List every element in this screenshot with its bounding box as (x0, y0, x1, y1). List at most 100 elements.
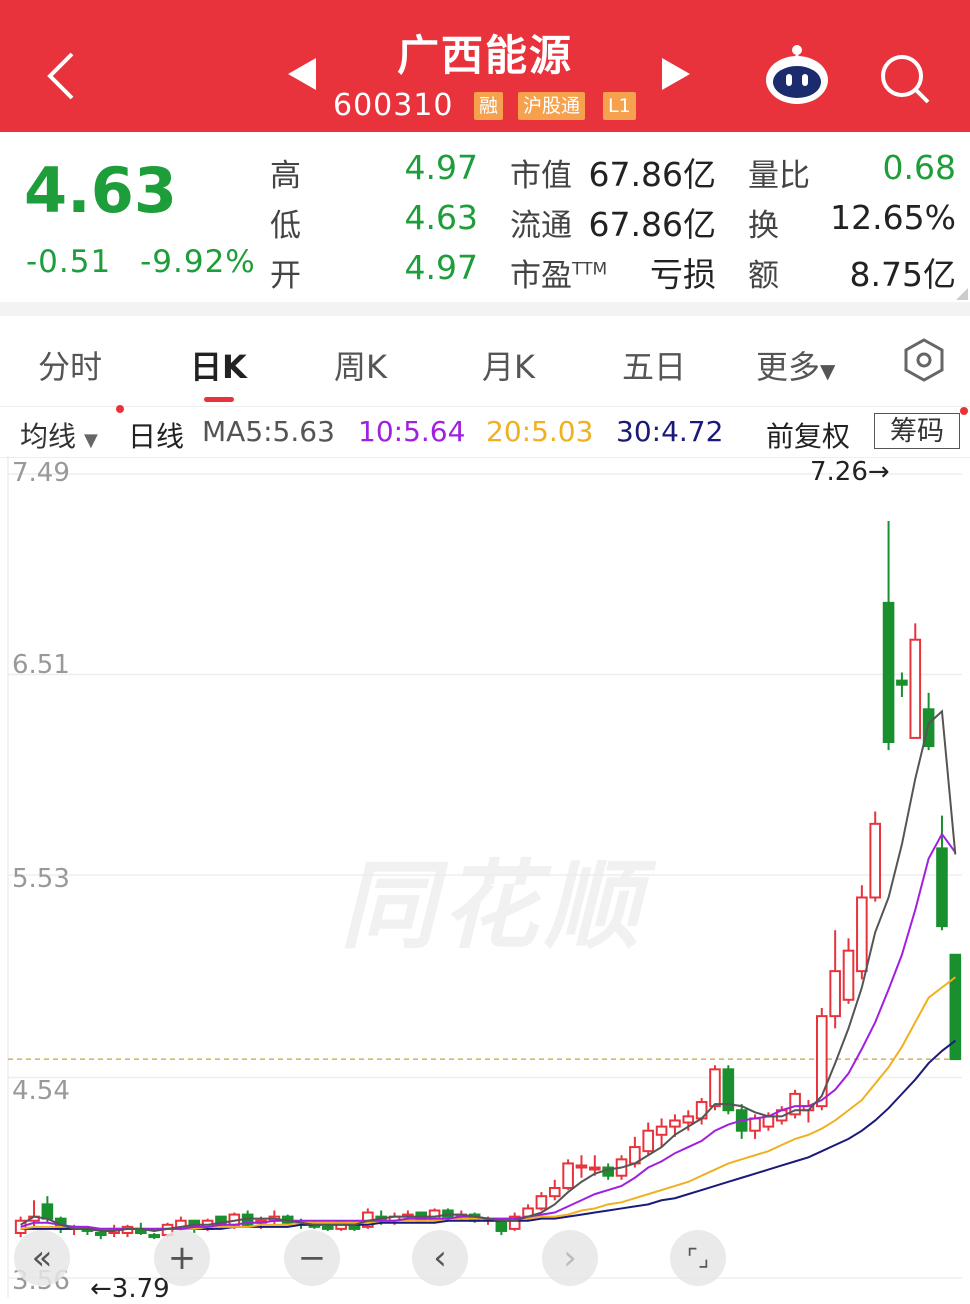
candle-body (842, 949, 855, 1001)
current-price: 4.63 (24, 154, 177, 227)
pe-label-text: 市盈 (510, 258, 572, 294)
y-tick-label: 4.54 (12, 1076, 70, 1106)
ma10-line (20, 832, 957, 1230)
candle-body (495, 1219, 508, 1232)
low-label: 低 (270, 208, 301, 244)
candle-body (148, 1234, 161, 1239)
ma-selector-label: 均线 (20, 420, 77, 453)
amount-value: 8.75亿 (849, 255, 956, 294)
ma10-value: 10:5.64 (358, 415, 466, 448)
volume-ratio-label: 量比 (748, 158, 810, 194)
fullscreen-button[interactable]: ⌜⌟ (670, 1230, 726, 1286)
candle-body (829, 970, 841, 1018)
adjust-mode[interactable]: 前复权 (766, 415, 850, 455)
candle-body (562, 1162, 574, 1189)
candle-body (882, 601, 895, 743)
section-divider (0, 302, 970, 316)
period-label: 日线 (128, 420, 185, 453)
tab-weekly-k[interactable]: 周K (334, 342, 387, 388)
tab-more[interactable]: 更多▼ (756, 342, 835, 388)
market-cap-label: 市值 (510, 158, 572, 194)
stock-code: 600310 (333, 88, 454, 123)
stock-header: 广西能源 600310 融 沪股通 L1 (0, 0, 970, 132)
notification-dot (960, 407, 968, 415)
market-cap-value: 67.86亿 (588, 155, 716, 194)
high-label: 高 (270, 158, 301, 194)
scroll-left-button[interactable]: ‹ (412, 1230, 468, 1286)
y-tick-label: 7.49 (12, 458, 70, 488)
float-cap-value: 67.86亿 (588, 205, 716, 244)
zoom-in-button[interactable]: + (154, 1230, 210, 1286)
tab-monthly-k[interactable]: 月K (482, 342, 535, 388)
candle-body (682, 1115, 695, 1124)
change-percent: -9.92% (140, 244, 256, 280)
next-stock-arrow[interactable] (662, 58, 690, 90)
candlestick-svg (7, 456, 962, 1298)
zoom-out-button[interactable]: − (284, 1230, 340, 1286)
robot-assistant-icon[interactable] (764, 44, 830, 106)
ma30-value: 30:4.72 (616, 415, 724, 448)
candle-body (869, 822, 882, 899)
candle-body (856, 896, 868, 973)
moving-average-bar: 均线 ▼ 日线 MA5:5.63 10:5.64 20:5.03 30:4.72 … (0, 405, 970, 458)
ma30-line (20, 1039, 956, 1230)
tab-five-day[interactable]: 五日 (622, 342, 686, 388)
change-value: -0.51 (26, 244, 112, 280)
candle-body (709, 1068, 721, 1108)
settings-hexagon-icon[interactable] (900, 336, 948, 384)
ma5-line (20, 709, 957, 1232)
y-tick-label: 5.53 (12, 864, 70, 894)
low-value: 4.63 (404, 198, 478, 237)
quote-panel: 4.63 -0.51 -9.92% 高 4.97 低 4.63 开 4.97 市… (0, 132, 970, 302)
chip-distribution-button[interactable]: 筹码 (874, 413, 960, 449)
candle-body (575, 1164, 588, 1169)
candle-body (909, 638, 922, 739)
candle-body (642, 1129, 655, 1153)
tag-connect: 沪股通 (518, 92, 586, 120)
kline-chart[interactable]: 同花顺 7.49 6.51 5.53 4.54 3.56 7.26→ ←3.79 (0, 456, 970, 1304)
candle-body (655, 1125, 668, 1136)
tag-margin: 融 (474, 92, 504, 120)
tab-more-label: 更多 (756, 348, 821, 386)
candle-body (669, 1119, 681, 1128)
scroll-right-button[interactable]: › (542, 1230, 598, 1286)
min-price-label: ←3.79 (90, 1274, 170, 1304)
tab-daily-k[interactable]: 日K (190, 342, 247, 388)
open-label: 开 (270, 258, 301, 294)
turnover-value: 12.65% (830, 198, 956, 237)
candle-body (41, 1203, 54, 1220)
max-price-label: 7.26→ (810, 457, 890, 487)
pe-label-sup: TTM (572, 259, 608, 280)
candle-body (94, 1231, 107, 1237)
ma5-value: MA5:5.63 (202, 415, 335, 448)
dropdown-arrow-icon: ▼ (820, 359, 836, 383)
candle-body (321, 1225, 334, 1230)
candle-body (749, 1117, 761, 1132)
volume-ratio-value: 0.68 (882, 148, 956, 187)
expand-corner-icon[interactable] (956, 288, 968, 300)
candle-body (896, 679, 908, 686)
search-icon[interactable] (878, 52, 932, 106)
turnover-label: 换 (748, 208, 779, 244)
float-cap-label: 流通 (510, 208, 572, 244)
scroll-left-fast-button[interactable]: « (14, 1230, 70, 1286)
tag-level: L1 (603, 92, 636, 120)
ma20-value: 20:5.03 (486, 415, 594, 448)
dropdown-arrow-icon: ▼ (84, 430, 98, 451)
y-tick-label: 6.51 (12, 650, 70, 680)
candle-body (535, 1195, 548, 1210)
candle-body (815, 1015, 828, 1108)
notification-dot (116, 405, 124, 413)
price-change: -0.51 -9.92% (26, 244, 256, 280)
candle-body (548, 1186, 561, 1198)
candle-body (589, 1166, 601, 1171)
pe-value: 亏损 (650, 255, 716, 294)
tab-intraday[interactable]: 分时 (38, 342, 102, 388)
candle-body (936, 847, 948, 928)
pe-label: 市盈TTM (510, 250, 607, 295)
high-value: 4.97 (404, 148, 478, 187)
open-value: 4.97 (404, 248, 478, 287)
active-tab-indicator (204, 397, 234, 402)
candle-body (762, 1115, 775, 1128)
ma-selector[interactable]: 均线 ▼ (20, 415, 98, 455)
